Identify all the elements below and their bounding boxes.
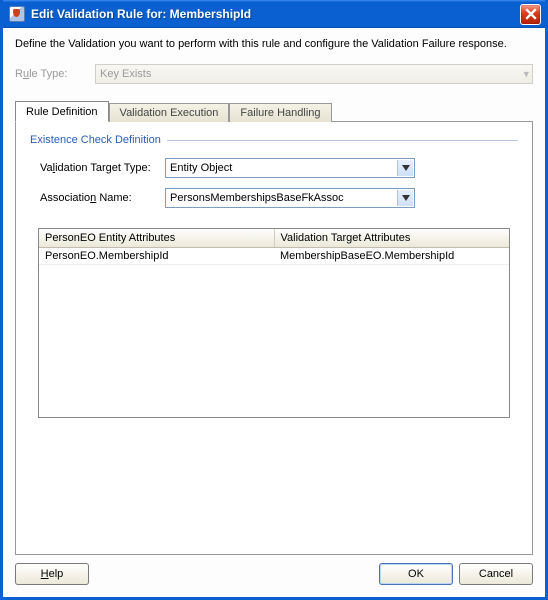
- tab-bar: Rule Definition Validation Execution Fai…: [15, 100, 533, 121]
- window-title: Edit Validation Rule for: MembershipId: [31, 7, 520, 21]
- close-button[interactable]: [520, 4, 541, 25]
- rule-type-select: Key Exists ▾: [95, 64, 533, 84]
- association-name-select[interactable]: PersonsMembershipsBaseFkAssoc: [165, 188, 415, 208]
- td-entity-attr: PersonEO.MembershipId: [39, 248, 274, 264]
- divider: [167, 140, 518, 141]
- chevron-down-icon: ▾: [523, 68, 529, 81]
- rule-type-value: Key Exists: [100, 68, 151, 80]
- help-button[interactable]: Help: [15, 563, 89, 585]
- association-name-value: PersonsMembershipsBaseFkAssoc: [170, 192, 344, 204]
- chevron-down-icon: [397, 160, 413, 176]
- chevron-down-icon: [397, 190, 413, 206]
- attributes-table: PersonEO Entity Attributes Validation Ta…: [38, 228, 510, 418]
- rule-type-label: Rule Type:: [15, 68, 95, 80]
- dialog-footer: Help OK Cancel: [15, 555, 533, 589]
- th-entity-attributes[interactable]: PersonEO Entity Attributes: [39, 229, 275, 247]
- validation-target-type-value: Entity Object: [170, 162, 232, 174]
- cancel-button[interactable]: Cancel: [459, 563, 533, 585]
- td-target-attr: MembershipBaseEO.MembershipId: [274, 248, 509, 264]
- group-title: Existence Check Definition: [30, 134, 518, 146]
- table-row[interactable]: PersonEO.MembershipId MembershipBaseEO.M…: [39, 248, 509, 265]
- association-name-label: Association Name:: [40, 192, 165, 204]
- validation-target-type-row: Validation Target Type: Entity Object: [30, 158, 518, 178]
- dialog-content: Define the Validation you want to perfor…: [3, 28, 545, 597]
- ok-button[interactable]: OK: [379, 563, 453, 585]
- validation-target-type-select[interactable]: Entity Object: [165, 158, 415, 178]
- intro-text: Define the Validation you want to perfor…: [15, 38, 533, 50]
- close-icon: [525, 8, 537, 20]
- titlebar: Edit Validation Rule for: MembershipId: [3, 0, 545, 28]
- group-title-text: Existence Check Definition: [30, 134, 161, 146]
- rule-type-row: Rule Type: Key Exists ▾: [15, 64, 533, 84]
- java-icon: [9, 6, 25, 22]
- tab-panel-rule-definition: Existence Check Definition Validation Ta…: [15, 121, 533, 555]
- table-header: PersonEO Entity Attributes Validation Ta…: [39, 229, 509, 248]
- th-target-attributes[interactable]: Validation Target Attributes: [275, 229, 510, 247]
- tab-failure-handling[interactable]: Failure Handling: [229, 103, 331, 122]
- validation-target-type-label: Validation Target Type:: [40, 162, 165, 174]
- tab-validation-execution[interactable]: Validation Execution: [109, 103, 230, 122]
- dialog-window: Edit Validation Rule for: MembershipId D…: [0, 0, 548, 600]
- tab-rule-definition[interactable]: Rule Definition: [15, 101, 109, 122]
- association-name-row: Association Name: PersonsMembershipsBase…: [30, 188, 518, 208]
